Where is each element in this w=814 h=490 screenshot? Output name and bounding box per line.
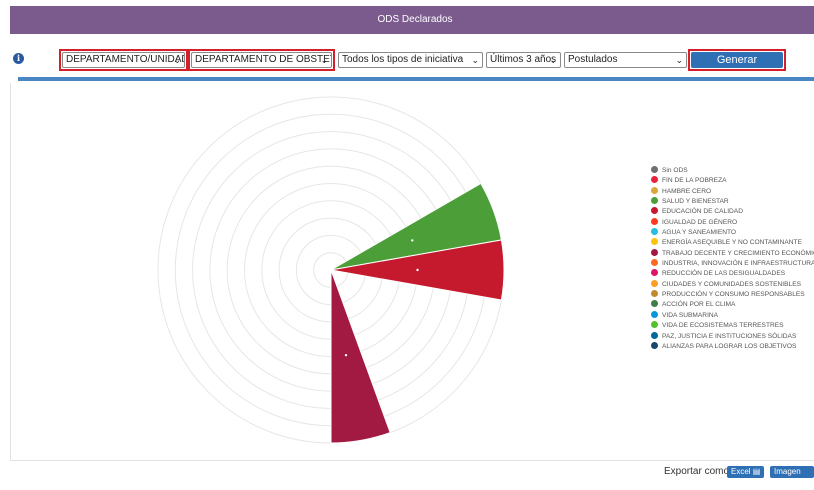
image-icon: ▣ — [774, 479, 782, 488]
legend-swatch — [651, 186, 658, 194]
info-icon[interactable]: i — [13, 53, 24, 64]
legend-label: HAMBRE CERO — [662, 187, 712, 195]
department-select[interactable]: DEPARTAMENTO DE OBSTETRICI ⌄ — [191, 52, 332, 68]
export-image-label: Imagen — [774, 467, 801, 476]
legend-label: REDUCCIÓN DE LAS DESIGUALDADES — [662, 270, 786, 278]
generate-button[interactable]: Generar — [691, 52, 783, 68]
legend-swatch — [651, 341, 658, 349]
legend-label: TRABAJO DECENTE Y CRECIMIENTO ECONÓMICO — [662, 249, 814, 257]
legend-swatch — [651, 166, 658, 173]
legend-label: IGUALDAD DE GÉNERO — [662, 218, 738, 226]
initiative-type-select[interactable]: Todos los tipos de iniciativa ⌄ — [338, 52, 483, 68]
page-title: ODS Declarados — [377, 14, 453, 25]
status-select[interactable]: Postulados ⌄ — [564, 52, 687, 68]
accent-bar — [18, 77, 814, 81]
legend-item[interactable]: PRODUCCIÓN Y CONSUMO RESPONSABLES — [651, 290, 814, 300]
legend-swatch — [651, 269, 658, 277]
export-excel-button[interactable]: Excel ▤ — [727, 466, 765, 478]
legend-label: AGUA Y SANEAMIENTO — [662, 229, 737, 237]
legend-item[interactable]: VIDA DE ECOSISTEMAS TERRESTRES — [651, 321, 814, 331]
legend-item[interactable]: EDUCACIÓN DE CALIDAD — [651, 207, 814, 217]
legend-swatch — [651, 259, 658, 267]
legend-item[interactable]: IGUALDAD DE GÉNERO — [651, 217, 814, 228]
legend-label: ACCIÓN POR EL CLIMA — [662, 301, 736, 309]
level-select-value: DEPARTAMENTO/UNIDAD — [66, 54, 185, 65]
legend-label: ENERGÍA ASEQUIBLE Y NO CONTAMINANTE — [662, 239, 802, 247]
legend-label: FIN DE LA POBREZA — [662, 177, 727, 185]
legend-item[interactable]: PAZ, JUSTICIA E INSTITUCIONES SÓLIDAS — [651, 331, 814, 342]
legend-swatch — [651, 279, 658, 287]
legend-item[interactable]: FIN DE LA POBREZA — [651, 176, 814, 186]
level-select[interactable]: DEPARTAMENTO/UNIDAD ⌄ — [62, 52, 185, 68]
legend-swatch — [651, 248, 658, 256]
initiative-type-select-value: Todos los tipos de iniciativa — [342, 54, 464, 65]
legend-swatch — [651, 207, 658, 215]
export-image-button[interactable]: Imagen ▣ — [770, 466, 814, 488]
legend-label: CIUDADES Y COMUNIDADES SOSTENIBLES — [662, 280, 801, 288]
legend-swatch — [651, 321, 658, 329]
legend-label: PRODUCCIÓN Y CONSUMO RESPONSABLES — [662, 291, 805, 299]
department-select-value: DEPARTAMENTO DE OBSTETRICI — [195, 54, 331, 65]
legend-item[interactable]: ACCIÓN POR EL CLIMA — [651, 300, 814, 310]
period-select[interactable]: Últimos 3 años ⌄ — [486, 52, 561, 68]
status-select-value: Postulados — [568, 54, 618, 65]
legend-swatch — [651, 310, 658, 318]
export-excel-label: Excel — [731, 467, 751, 476]
export-label: Exportar como — [664, 466, 730, 477]
legend-label: PAZ, JUSTICIA E INSTITUCIONES SÓLIDAS — [662, 332, 797, 340]
chevron-down-icon: ⌄ — [549, 55, 557, 65]
filter-toolbar: i DEPARTAMENTO/UNIDAD ⌄ DEPARTAMENTO DE … — [0, 47, 814, 71]
file-icon: ▤ — [752, 467, 761, 476]
chart-legend: Sin ODS FIN DE LA POBREZA HAMBRE CERO SALUD… — [651, 166, 814, 352]
legend-item[interactable]: ALIANZAS PARA LOGRAR LOS OBJETIVOS — [651, 341, 814, 352]
chevron-down-icon: ⌄ — [320, 55, 328, 65]
legend-item[interactable]: AGUA Y SANEAMIENTO — [651, 228, 814, 238]
legend-item[interactable]: Sin ODS — [651, 166, 814, 176]
page-header: ODS Declarados — [10, 6, 814, 34]
legend-label: VIDA DE ECOSISTEMAS TERRESTRES — [662, 322, 784, 330]
legend-swatch — [651, 176, 658, 184]
legend-item[interactable]: SALUD Y BIENESTAR — [651, 197, 814, 207]
legend-swatch — [651, 238, 658, 246]
chevron-down-icon: ⌄ — [471, 55, 479, 65]
legend-item[interactable]: INDUSTRIA, INNOVACIÓN E INFRAESTRUCTURA — [651, 259, 814, 269]
legend-label: ALIANZAS PARA LOGRAR LOS OBJETIVOS — [662, 342, 797, 350]
legend-item[interactable]: VIDA SUBMARINA — [651, 310, 814, 321]
legend-item[interactable]: ENERGÍA ASEQUIBLE Y NO CONTAMINANTE — [651, 238, 814, 248]
legend-label: SALUD Y BIENESTAR — [662, 198, 729, 206]
legend-swatch — [651, 228, 658, 236]
legend-item[interactable]: TRABAJO DECENTE Y CRECIMIENTO ECONÓMICO — [651, 248, 814, 259]
period-select-value: Últimos 3 años — [490, 54, 557, 65]
legend-swatch — [651, 331, 658, 339]
legend-label: INDUSTRIA, INNOVACIÓN E INFRAESTRUCTURA — [662, 260, 814, 268]
legend-label: EDUCACIÓN DE CALIDAD — [662, 208, 743, 216]
chevron-down-icon: ⌄ — [675, 55, 683, 65]
legend-item[interactable]: REDUCCIÓN DE LAS DESIGUALDADES — [651, 269, 814, 279]
legend-swatch — [651, 290, 658, 298]
legend-swatch — [651, 217, 658, 225]
legend-label: VIDA SUBMARINA — [662, 311, 719, 319]
legend-swatch — [651, 197, 658, 205]
legend-item[interactable]: HAMBRE CERO — [651, 186, 814, 197]
legend-label: Sin ODS — [662, 167, 688, 174]
chevron-down-icon: ⌄ — [173, 55, 181, 65]
legend-swatch — [651, 300, 658, 308]
legend-item[interactable]: CIUDADES Y COMUNIDADES SOSTENIBLES — [651, 279, 814, 290]
